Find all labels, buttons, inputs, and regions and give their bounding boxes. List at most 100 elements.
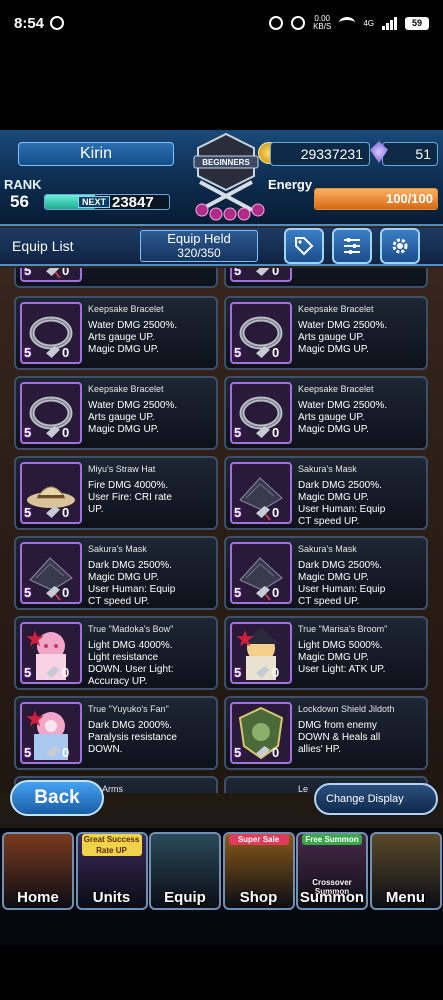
equip-level: 5 — [234, 505, 242, 520]
filter-icon — [344, 238, 360, 254]
equip-name: Sakura's Mask — [298, 464, 357, 474]
filter-button[interactable] — [332, 228, 372, 264]
alarm-icon — [269, 16, 284, 30]
settings-button[interactable] — [380, 228, 420, 264]
nav-label: Home — [17, 889, 59, 906]
equip-card[interactable]: 50Magic DMG UP. — [224, 268, 428, 288]
equip-list[interactable]: 50User Human: Effect UP.50Magic DMG UP.5… — [0, 268, 443, 793]
equip-card[interactable]: 5 0 True "Marisa's Broom" Light DMG 5000%. … — [224, 616, 428, 690]
gear-icon — [392, 238, 408, 254]
next-value: 23847 — [112, 194, 154, 211]
equip-level: 5 — [24, 345, 32, 360]
bottom-nav: Home Great Success Rate UP Units Equip Super… — [0, 828, 443, 945]
nav-home[interactable]: Home — [2, 832, 74, 910]
equip-card[interactable]: 5 0 Keepsake Bracelet Water DMG 2500%. Arts… — [14, 376, 218, 450]
equip-description: Water DMG 2500%. Arts gauge UP. Magic DM… — [88, 400, 178, 435]
equip-description: Dark DMG 2500%. Magic DMG UP. User Human… — [298, 560, 386, 607]
equip-thumbnail: 50 — [230, 268, 292, 282]
status-time: 8:54 — [14, 14, 45, 32]
equip-description: Dark DMG 2500%. Magic DMG UP. User Human… — [298, 480, 386, 527]
upgrade-count: 0 — [62, 665, 70, 680]
equip-thumbnail: 50 — [20, 702, 82, 764]
equip-card[interactable]: 5 0 Sakura's Mask Dark DMG 2500%. Magic DMG… — [224, 456, 428, 530]
nav-badge: Great Success Rate UP — [81, 834, 142, 856]
equip-level: 5 — [24, 745, 32, 760]
rank-value: 56 — [10, 192, 29, 211]
equip-level: 5 — [234, 665, 242, 680]
signal-icon — [382, 16, 397, 30]
equip-thumbnail: 50 — [230, 382, 292, 444]
equip-level: 5 — [24, 268, 32, 278]
upgrade-count: 0 — [62, 505, 70, 520]
nav-label: Units — [92, 889, 131, 906]
upgrade-count: 0 — [272, 665, 280, 680]
upgrade-count: 0 — [272, 745, 280, 760]
wifi-icon — [339, 17, 356, 29]
equip-description: Dark DMG 2000%. Paralysis resistance DOW… — [88, 720, 177, 755]
energy-bar: 100/100 — [314, 188, 438, 210]
equip-description: Dark DMG 2500%. Magic DMG UP. User Human… — [88, 560, 176, 607]
equip-description: Water DMG 2500%. Arts gauge UP. Magic DM… — [88, 320, 178, 355]
player-name[interactable]: Kirin — [18, 142, 174, 166]
nav-label: Equip — [164, 889, 206, 906]
equip-card[interactable]: 5 0 Keepsake Bracelet Water DMG 2500%. Arts… — [224, 376, 428, 450]
change-display-button[interactable]: Change Display — [314, 783, 438, 815]
equip-level: 5 — [234, 345, 242, 360]
nav-label: Shop — [239, 889, 278, 906]
whatsapp-icon — [50, 16, 65, 30]
nav-units[interactable]: Great Success Rate UP Units — [75, 832, 148, 910]
equip-thumbnail: 50 — [230, 302, 292, 364]
equip-card[interactable]: 5 0 Keepsake Bracelet Water DMG 2500%. Arts… — [14, 296, 218, 370]
equip-level: 5 — [234, 425, 242, 440]
equip-name: Keepsake Bracelet — [298, 304, 374, 314]
equip-card[interactable]: 5 0 Keepsake Bracelet Water DMG 2500%. Arts… — [224, 296, 428, 370]
equip-thumbnail: 50 — [230, 702, 292, 764]
equip-name: Keepsake Bracelet — [298, 384, 374, 394]
equip-card[interactable]: 50User Human: Effect UP. — [14, 268, 218, 288]
equip-card[interactable]: 5 0 True "Yuyuko's Fan" Dark DMG 2000%. Par… — [14, 696, 218, 770]
equip-name: Miyu's Straw Hat — [88, 464, 156, 474]
equip-card[interactable]: 5 0 Sakura's Mask Dark DMG 2500%. Magic DMG… — [14, 536, 218, 610]
equip-list-title: Equip List — [12, 238, 74, 254]
battery-icon: 59 — [405, 16, 429, 30]
equip-description: Fire DMG 4000%. User Fire: CRI rate UP. — [88, 480, 172, 515]
back-button[interactable]: Back — [10, 780, 104, 816]
equip-name: Sakura's Mask — [88, 544, 147, 554]
equip-name: True "Marisa's Broom" — [298, 624, 388, 634]
equip-level: 5 — [234, 745, 242, 760]
equip-card[interactable]: 5 0 True "Madoka's Bow" Light DMG 4000%. Li… — [14, 616, 218, 690]
equip-level: 5 — [24, 425, 32, 440]
equip-name: True "Yuyuko's Fan" — [88, 704, 169, 714]
status-bar: 8:54 0.00 KB/S 4G 59 — [0, 0, 443, 46]
signal-type: 4G — [363, 18, 374, 28]
upgrade-count: 0 — [62, 585, 70, 600]
equip-held-label: Equip Held — [167, 231, 231, 246]
nav-menu[interactable]: Menu — [369, 832, 442, 910]
equip-thumbnail: 50 — [230, 542, 292, 604]
nav-badge: Super Sale — [228, 834, 289, 845]
nav-summon[interactable]: Free Summon Crossover Summon Summon — [296, 832, 368, 910]
tag-button[interactable] — [284, 228, 324, 264]
beginners-emblem[interactable]: BEGINNERS — [180, 130, 272, 224]
equip-level: 5 — [24, 665, 32, 680]
equip-level: 5 — [234, 585, 242, 600]
equip-thumbnail: 50 — [20, 542, 82, 604]
nav-equip[interactable]: Equip — [149, 832, 221, 910]
upgrade-count: 0 — [62, 425, 70, 440]
nav-badge: Free Summon — [302, 834, 362, 845]
energy-value: 100/100 — [386, 191, 433, 206]
nav-shop[interactable]: Super Sale Shop — [222, 832, 295, 910]
upgrade-count: 0 — [62, 268, 70, 278]
equip-thumbnail: 50 — [20, 382, 82, 444]
equip-thumbnail: 50 — [230, 622, 292, 684]
upgrade-count: 0 — [272, 268, 280, 278]
upgrade-count: 0 — [272, 345, 280, 360]
nav-label: Summon — [299, 889, 365, 906]
equip-card[interactable]: 5 0 Miyu's Straw Hat Fire DMG 4000%. User F… — [14, 456, 218, 530]
equip-name: True "Madoka's Bow" — [88, 624, 174, 634]
emblem-text: BEGINNERS — [202, 158, 250, 167]
equip-card[interactable]: 5 0 Lockdown Shield Jildoth DMG from enemy … — [224, 696, 428, 770]
equip-thumbnail: 50 — [20, 268, 82, 282]
upgrade-count: 0 — [272, 585, 280, 600]
equip-card[interactable]: 5 0 Sakura's Mask Dark DMG 2500%. Magic DMG… — [224, 536, 428, 610]
